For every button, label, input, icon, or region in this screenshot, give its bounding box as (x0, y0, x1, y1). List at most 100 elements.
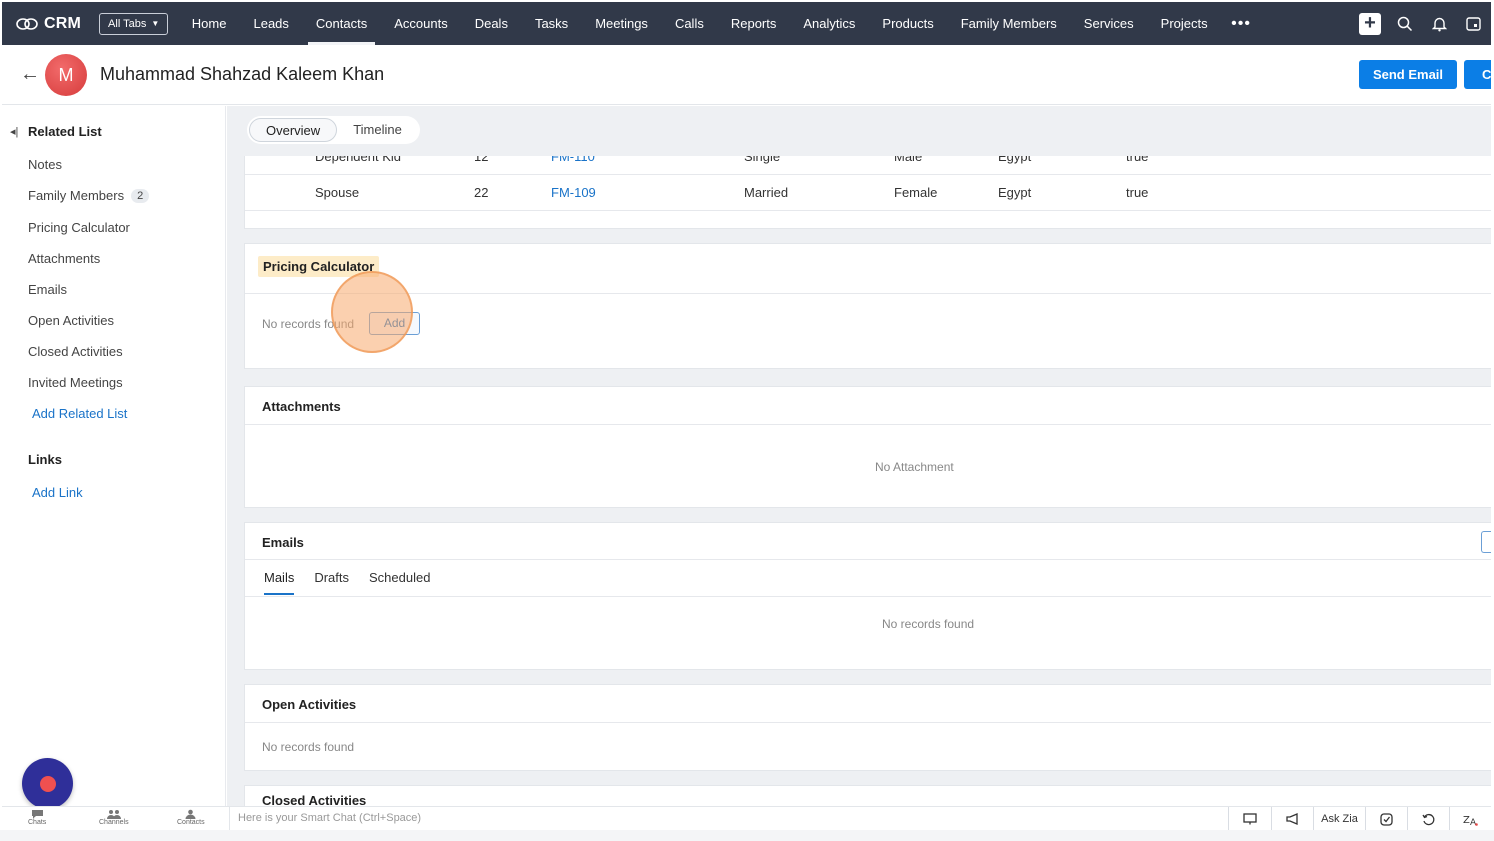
table-cell: 22 (474, 185, 489, 200)
record-header: ← M Muhammad Shahzad Kaleem Khan Send Em… (2, 45, 1491, 105)
view-tabs: Overview Timeline (247, 116, 420, 144)
section-title: Attachments (262, 399, 341, 414)
crm-logo-icon (16, 17, 38, 30)
add-link-link[interactable]: Add Link (32, 485, 83, 500)
search-icon[interactable] (1395, 14, 1415, 34)
table-cell: true (1126, 185, 1149, 200)
channels-icon (106, 810, 121, 819)
related-list-title: Related List (28, 124, 102, 139)
sidebar-item-open-activities[interactable]: Open Activities (28, 313, 114, 328)
section-divider (245, 424, 1491, 425)
tab-drafts[interactable]: Drafts (314, 570, 349, 595)
svg-text:Z: Z (1463, 815, 1470, 826)
megaphone-icon[interactable] (1271, 807, 1313, 831)
tab-home[interactable]: Home (178, 2, 240, 45)
sidebar-item-notes[interactable]: Notes (28, 157, 62, 172)
row-divider (245, 174, 1491, 175)
record-title: Muhammad Shahzad Kaleem Khan (100, 64, 385, 84)
tab-contacts[interactable]: Contacts (302, 2, 380, 45)
bottom-bar: Chats Channels Contacts Here is your Sma… (2, 806, 1491, 831)
smart-chat-input[interactable]: Here is your Smart Chat (Ctrl+Space) (229, 807, 421, 830)
email-action-button[interactable] (1481, 531, 1491, 553)
view-tabs-bar: Overview Timeline (227, 106, 1491, 156)
contact-icon (185, 809, 196, 819)
sidebar-item-emails[interactable]: Emails (28, 282, 67, 297)
click-pointer-highlight (331, 271, 413, 353)
history-icon[interactable] (1407, 807, 1449, 831)
tab-accounts[interactable]: Accounts (381, 2, 461, 45)
chats-label: Chats (28, 819, 47, 826)
sidebar-item-label: Emails (28, 282, 68, 297)
sidebar-item-invited-meetings[interactable]: Invited Meetings (28, 375, 123, 390)
record-id-link[interactable]: FM-109 (551, 185, 596, 200)
count-badge: 2 (131, 188, 150, 203)
sidebar-item-family-members[interactable]: Family Members 2 (28, 188, 150, 203)
sidebar-item-closed-activities[interactable]: Closed Activities (28, 344, 123, 359)
tab-calls[interactable]: Calls (661, 2, 717, 45)
sidebar-item-label: Closed Activities (28, 344, 123, 359)
translate-icon[interactable]: ZA (1449, 807, 1491, 831)
bell-icon[interactable] (1429, 14, 1449, 34)
section-divider (245, 596, 1491, 597)
note-icon[interactable] (1365, 807, 1407, 831)
crm-logo[interactable]: CRM (16, 15, 81, 33)
nav-actions: + (1359, 2, 1483, 45)
tab-family-members[interactable]: Family Members (947, 2, 1070, 45)
tab-analytics[interactable]: Analytics (790, 2, 869, 45)
table-cell: Egypt (998, 185, 1032, 200)
contacts-button[interactable]: Contacts (177, 809, 205, 826)
section-title: Emails (262, 535, 304, 550)
sidebar-item-label: Pricing Calculator (28, 220, 130, 235)
calendar-icon[interactable] (1463, 14, 1483, 34)
sidebar-item-label: Attachments (28, 251, 101, 266)
main-content[interactable]: Dependent Kid 12 FM-110 Single Male Egyp… (227, 106, 1491, 806)
tab-deals[interactable]: Deals (461, 2, 521, 45)
collapse-sidebar-icon[interactable]: ◂| (10, 125, 18, 138)
attachments-card: Attachments No Attachment (244, 386, 1491, 508)
links-title: Links (28, 452, 62, 467)
sidebar-item-attachments[interactable]: Attachments (28, 251, 100, 266)
screen-share-icon[interactable] (1228, 807, 1271, 831)
table-cell: Female (894, 185, 938, 200)
window-footer (0, 830, 1494, 841)
brand-name: CRM (44, 14, 82, 32)
closed-activities-card: Closed Activities (244, 785, 1491, 806)
top-navigation: CRM All Tabs ▼ Home Leads Contacts Accou… (2, 2, 1491, 45)
record-button[interactable] (22, 758, 73, 809)
tab-services[interactable]: Services (1070, 2, 1147, 45)
tab-tasks[interactable]: Tasks (521, 2, 581, 45)
module-tabs: Home Leads Contacts Accounts Deals Tasks… (178, 2, 1261, 45)
open-activities-card: Open Activities No records found (244, 684, 1491, 771)
ask-zia-button[interactable]: Ask Zia (1313, 807, 1365, 831)
add-related-list-link[interactable]: Add Related List (32, 406, 127, 421)
section-divider (245, 722, 1491, 723)
secondary-action-button[interactable]: C (1464, 60, 1491, 89)
empty-state-text: No records found (882, 617, 975, 631)
section-title: Open Activities (262, 697, 357, 712)
chats-button[interactable]: Chats (28, 809, 46, 826)
contacts-label: Contacts (177, 819, 205, 826)
table-cell: Spouse (315, 185, 360, 200)
tab-products[interactable]: Products (869, 2, 947, 45)
plus-icon[interactable]: + (1359, 12, 1381, 35)
back-arrow-icon[interactable]: ← (20, 63, 40, 86)
tab-projects[interactable]: Projects (1147, 2, 1221, 45)
tab-leads[interactable]: Leads (240, 2, 302, 45)
send-email-button[interactable]: Send Email (1359, 60, 1457, 89)
table-cell: Married (744, 185, 789, 200)
tab-overview[interactable]: Overview (249, 118, 338, 142)
channels-button[interactable]: Channels (99, 809, 129, 826)
sidebar-item-label: Invited Meetings (28, 375, 123, 390)
tab-timeline[interactable]: Timeline (337, 118, 418, 142)
section-divider (245, 559, 1491, 560)
record-dot-icon (39, 775, 56, 792)
sidebar-item-pricing-calculator[interactable]: Pricing Calculator (28, 220, 130, 235)
all-tabs-dropdown[interactable]: All Tabs ▼ (99, 12, 169, 35)
tab-scheduled[interactable]: Scheduled (369, 570, 430, 595)
pricing-calculator-card: Pricing Calculator No records found Add (244, 243, 1491, 369)
more-tabs-button[interactable]: ••• (1221, 2, 1261, 45)
tab-reports[interactable]: Reports (717, 2, 790, 45)
tab-meetings[interactable]: Meetings (582, 2, 662, 45)
tab-mails[interactable]: Mails (264, 570, 295, 595)
channels-label: Channels (99, 819, 129, 826)
